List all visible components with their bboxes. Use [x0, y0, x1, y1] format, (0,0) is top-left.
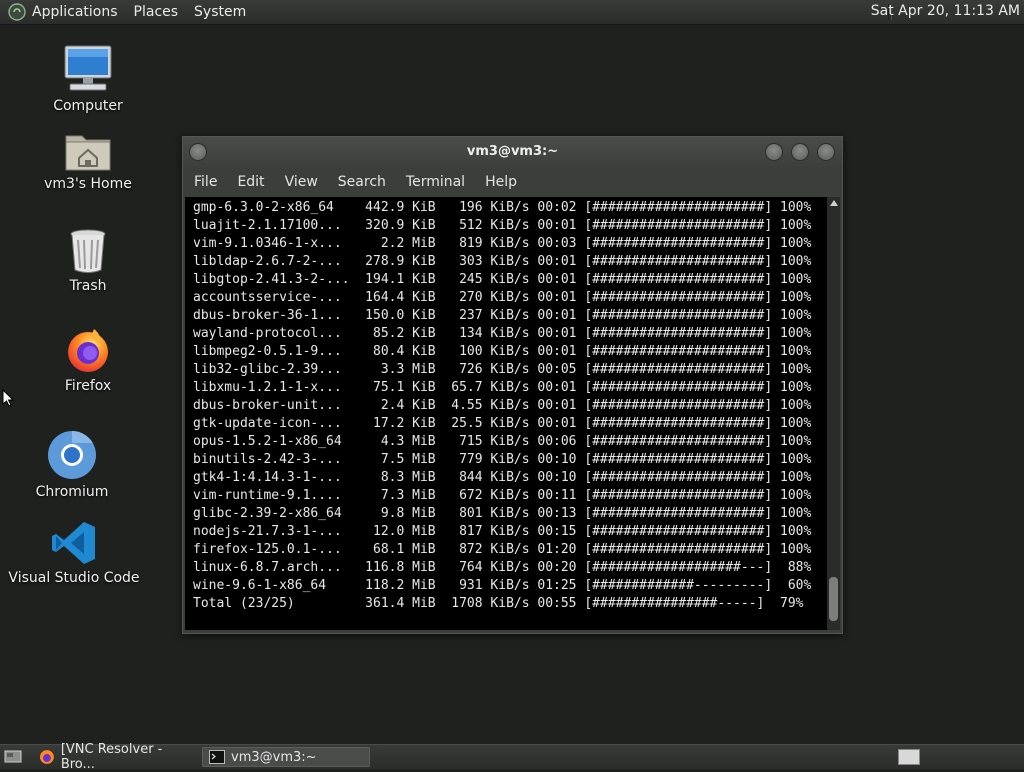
terminal-line: accountsservice-... 164.4 KiB 270 KiB/s … [193, 290, 812, 305]
titlebar[interactable]: vm3@vm3:~ [183, 137, 842, 167]
terminal-line: glibc-2.39-2-x86_64 9.8 MiB 801 KiB/s 00… [193, 506, 812, 521]
menu-terminal[interactable]: Terminal [396, 174, 475, 190]
desktop-icon-home[interactable]: vm3's Home [18, 128, 158, 192]
terminal-line: libxmu-1.2.1-1-x... 75.1 KiB 65.7 KiB/s … [193, 380, 812, 395]
terminal-line: opus-1.5.2-1-x86_64 4.3 MiB 715 KiB/s 00… [193, 434, 812, 449]
menu-view[interactable]: View [275, 174, 328, 190]
desktop-icon-vscode[interactable]: Visual Studio Code [4, 520, 144, 586]
terminal-line: wayland-protocol... 85.2 KiB 134 KiB/s 0… [193, 326, 812, 341]
terminal-line: dbus-broker-unit... 2.4 KiB 4.55 KiB/s 0… [193, 398, 812, 413]
terminal-line: Total (23/25) 361.4 MiB 1708 KiB/s 00:55… [193, 596, 804, 611]
menu-edit[interactable]: Edit [227, 174, 274, 190]
applications-menu[interactable]: Applications [30, 4, 126, 20]
terminal-menubar: File Edit View Search Terminal Help [183, 169, 842, 195]
terminal-line: vim-9.1.0346-1-x... 2.2 MiB 819 KiB/s 00… [193, 236, 812, 251]
show-desktop-icon[interactable] [4, 749, 22, 763]
home-folder-icon [65, 135, 111, 171]
terminal-line: lib32-glibc-2.39... 3.3 MiB 726 KiB/s 00… [193, 362, 812, 377]
desktop-icon-firefox[interactable]: Firefox [18, 326, 158, 394]
scroll-up-arrow-icon[interactable] [830, 200, 838, 206]
terminal-line: gtk4-1:4.14.3-1-... 8.3 MiB 844 KiB/s 00… [193, 470, 812, 485]
firefox-icon [39, 750, 54, 764]
menu-search[interactable]: Search [328, 174, 396, 190]
terminal-line: wine-9.6-1-x86_64 118.2 MiB 931 KiB/s 01… [193, 578, 812, 593]
taskbar-item-label: vm3@vm3:~ [231, 749, 317, 765]
desktop-icon-label: Visual Studio Code [8, 570, 140, 586]
desktop-icon-label: Trash [69, 278, 107, 294]
desktop-icon-computer[interactable]: Computer [18, 44, 158, 114]
desktop-icon-label: Computer [53, 98, 123, 114]
desktop-icon-label: vm3's Home [44, 176, 132, 192]
clock[interactable]: Sat Apr 20, 11:13 AM [871, 3, 1020, 19]
desktop-icon-label: Firefox [64, 378, 112, 394]
terminal-line: libgtop-2.41.3-2-... 194.1 KiB 245 KiB/s… [193, 272, 812, 287]
terminal-scrollbar[interactable] [827, 197, 840, 630]
computer-icon [64, 45, 112, 91]
applications-logo-icon[interactable] [8, 3, 26, 21]
terminal-line: dbus-broker-36-1... 150.0 KiB 237 KiB/s … [193, 308, 812, 323]
terminal-line: gtk-update-icon-... 17.2 KiB 25.5 KiB/s … [193, 416, 812, 431]
desktop-icon-label: Chromium [35, 484, 109, 500]
trash-icon [70, 229, 106, 273]
terminal-line: gmp-6.3.0-2-x86_64 442.9 KiB 196 KiB/s 0… [193, 200, 812, 215]
vscode-icon [52, 522, 95, 564]
terminal-icon [209, 750, 225, 764]
scrollbar-thumb[interactable] [829, 577, 838, 621]
chromium-icon [48, 431, 96, 479]
terminal-line: libldap-2.6.7-2-... 278.9 KiB 303 KiB/s … [193, 254, 812, 269]
mouse-cursor-icon [2, 389, 14, 407]
minimize-button[interactable] [765, 143, 783, 161]
taskbar-item-browser[interactable]: [VNC Resolver - Bro... [32, 742, 200, 772]
terminal-line: vim-runtime-9.1.... 7.3 MiB 672 KiB/s 00… [193, 488, 812, 503]
places-menu[interactable]: Places [126, 4, 187, 20]
terminal-line: luajit-2.1.17100... 320.9 KiB 512 KiB/s … [193, 218, 812, 233]
top-panel: Applications Places System Sat Apr 20, 1… [0, 0, 1024, 25]
terminal-line: linux-6.8.7.arch... 116.8 MiB 764 KiB/s … [193, 560, 812, 575]
workspace-switcher[interactable] [898, 749, 920, 765]
terminal-line: nodejs-21.7.3-1-... 12.0 MiB 817 KiB/s 0… [193, 524, 812, 539]
menu-help[interactable]: Help [475, 174, 527, 190]
terminal-window: vm3@vm3:~ File Edit View Search Terminal… [182, 136, 843, 634]
terminal-output[interactable]: gmp-6.3.0-2-x86_64 442.9 KiB 196 KiB/s 0… [185, 197, 827, 630]
firefox-icon [68, 329, 108, 372]
terminal-line: firefox-125.0.1-... 68.1 MiB 872 KiB/s 0… [193, 542, 812, 557]
maximize-button[interactable] [791, 143, 809, 161]
close-button[interactable] [817, 143, 835, 161]
menu-file[interactable]: File [183, 174, 227, 190]
terminal-line: libmpeg2-0.5.1-9... 80.4 KiB 100 KiB/s 0… [193, 344, 812, 359]
taskbar-item-terminal[interactable]: vm3@vm3:~ [202, 747, 370, 767]
terminal-line: binutils-2.42-3-... 7.5 MiB 779 KiB/s 00… [193, 452, 812, 467]
bottom-panel: [VNC Resolver - Bro... vm3@vm3:~ [0, 742, 1024, 772]
system-menu[interactable]: System [186, 4, 254, 20]
desktop-icon-chromium[interactable]: Chromium [2, 430, 142, 500]
desktop-icon-trash[interactable]: Trash [18, 228, 158, 294]
window-title: vm3@vm3:~ [466, 144, 559, 159]
